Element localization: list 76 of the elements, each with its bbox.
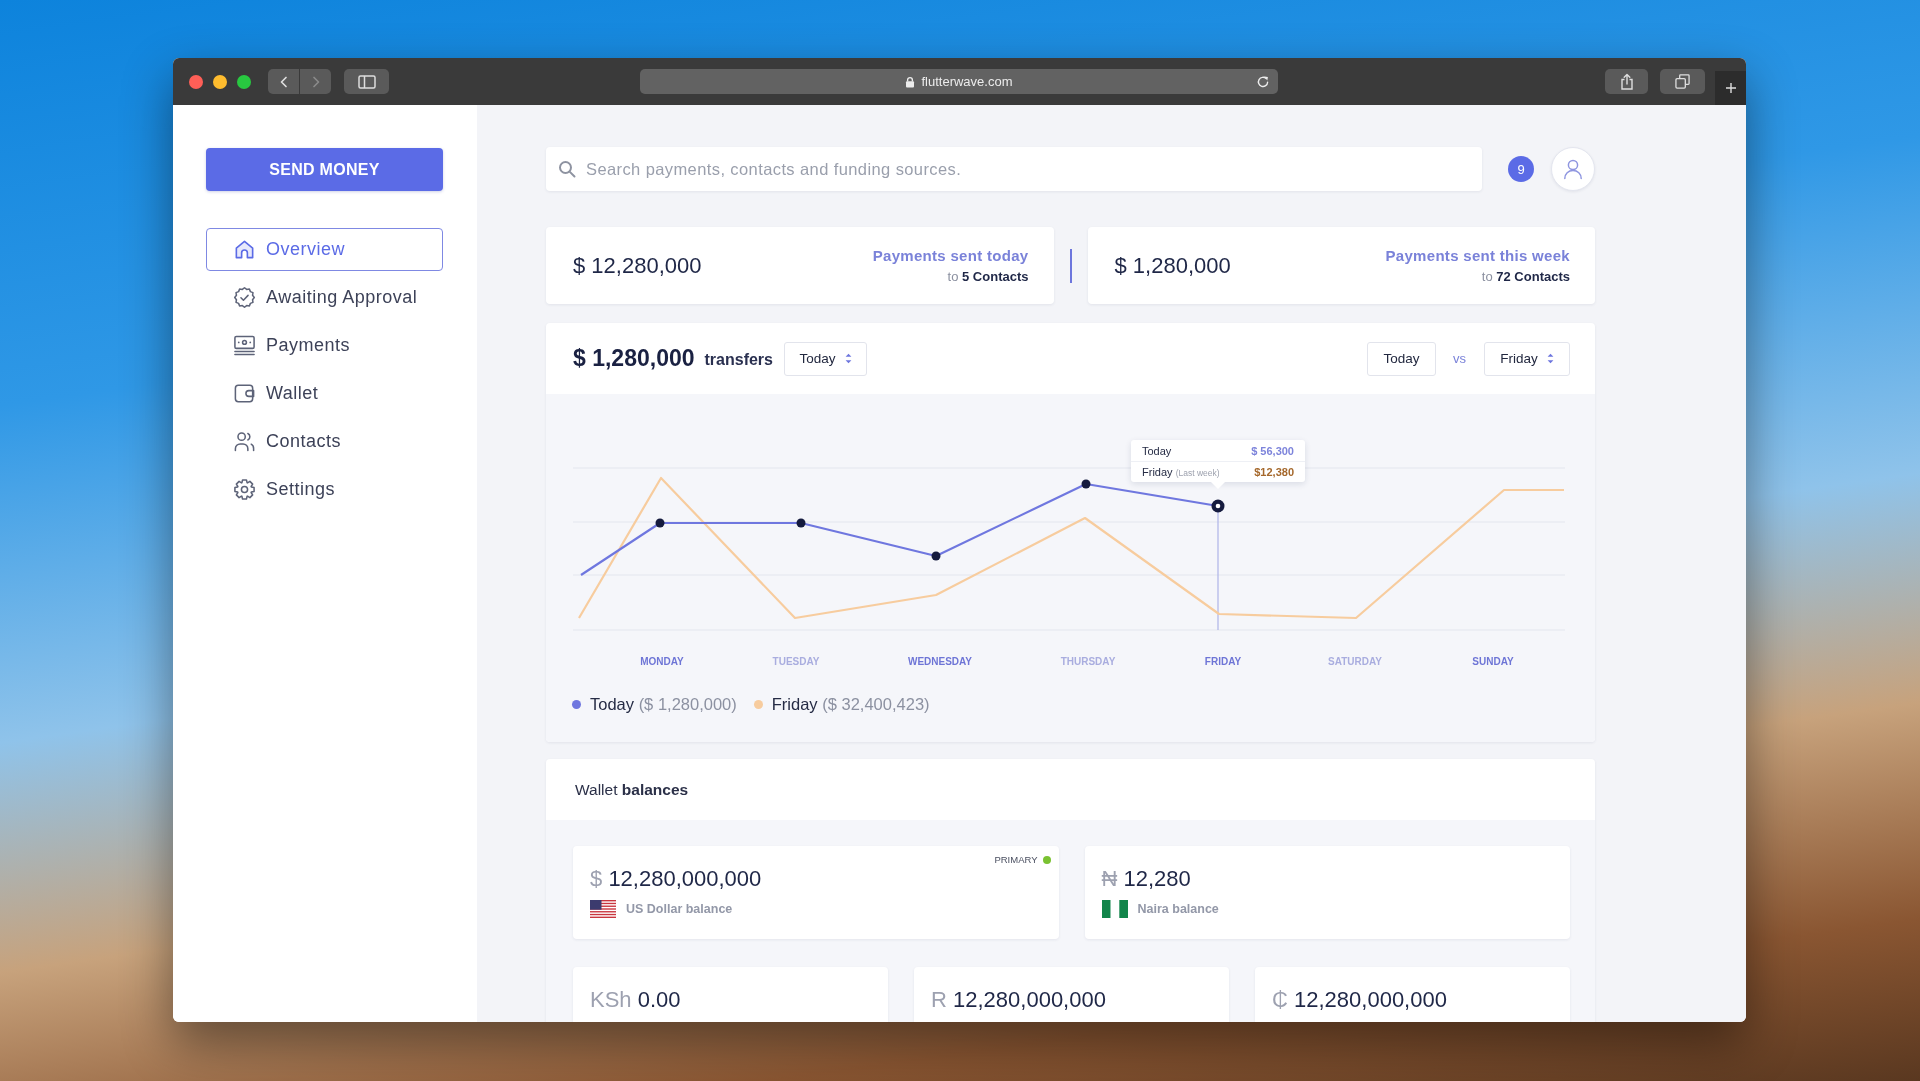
updown-caret-icon [844,353,852,364]
user-silhouette-icon [1561,157,1585,181]
data-point [655,518,665,528]
period-select[interactable]: Today [784,341,867,376]
stat-amount: $ 1,280,000 [1114,252,1231,279]
tooltip-label: Today [1142,444,1172,457]
nav-item[interactable]: Awaiting Approval [206,276,443,319]
lock-icon [905,75,916,88]
settings-icon [233,478,256,501]
compare-current-button[interactable]: Today [1367,341,1436,376]
transfer-label: transfers [704,351,773,369]
day-label: MONDAY [640,656,684,667]
stat-title: Payments sent today [872,246,1029,265]
check-badge-icon [233,286,256,309]
data-point [796,518,806,528]
tooltip-label: Friday (Last week) [1142,466,1220,478]
back-button[interactable] [268,69,299,94]
share-button[interactable] [1605,69,1648,94]
plus-icon [1724,82,1737,94]
close-window-icon[interactable] [189,74,203,89]
users-icon [233,430,256,453]
search-field[interactable]: Search payments, contacts and funding sources. [546,147,1482,191]
nav-item[interactable]: Contacts [206,420,443,463]
data-point [1081,479,1091,489]
day-label: TUESDAY [772,656,820,667]
day-label: WEDNESDAY [907,656,973,667]
day-label: THURSDAY [1060,656,1116,667]
cash-icon [233,334,256,357]
nav-item[interactable]: Settings [206,468,443,511]
selected-data-point [1211,499,1225,513]
nav-item[interactable]: Overview [206,228,443,271]
vs-label: vs [1453,351,1466,366]
stat-amount: $ 12,280,000 [573,252,702,279]
data-point [931,551,941,561]
updown-caret-icon [1546,353,1554,364]
flag-icon [590,900,616,918]
tabs-icon [1675,74,1690,89]
stat-recipients: to 5 Contacts [947,268,1029,285]
balance-amount: KSh 0.00 [590,987,682,1013]
legend-label: Today ($ 1,280,000) [590,694,737,714]
day-label: SATURDAY [1328,656,1382,667]
stat-recipients: to 72 Contacts [1481,268,1570,285]
balance-amount: ₵ 12,280,000,000 [1272,987,1448,1013]
compare-day-select[interactable]: Friday [1484,341,1570,376]
status-dot-icon [1042,855,1051,864]
primary-label: PRIMARY [994,854,1038,865]
stat-title: Payments sent this week [1385,246,1570,265]
section-title: Wallet balances [575,780,689,799]
legend-label: Friday ($ 32,400,423) [771,694,930,714]
minimize-window-icon[interactable] [213,74,227,89]
reload-icon[interactable] [1256,74,1270,89]
tooltip-value: $ 56,300 [1251,444,1294,457]
balance-label: US Dollar balance [626,902,733,916]
balance-amount: R 12,280,000,000 [931,987,1107,1013]
day-label: FRIDAY [1204,656,1242,667]
tooltip-value: $12,380 [1254,466,1294,478]
balance-label: Naira balance [1137,902,1219,916]
home-icon [233,238,256,261]
send-money-button[interactable]: SEND MONEY [206,148,443,191]
maximize-window-icon[interactable] [237,74,251,89]
transfer-total: $ 1,280,000 [573,345,695,372]
new-tab-button[interactable] [1715,71,1746,105]
address-bar[interactable]: flutterwave.com [640,69,1278,94]
share-icon [1619,73,1634,90]
balance-amount: ₦ 12,280 [1101,866,1192,892]
nav-item[interactable]: Payments [206,324,443,367]
balance-amount: $ 12,280,000,000 [590,866,763,892]
notification-count[interactable]: 9 [1508,156,1534,182]
flag-icon [1101,900,1128,918]
wallet-icon [233,382,256,405]
sidebar-icon [357,74,376,89]
nav-item[interactable]: Wallet [206,372,443,415]
tabs-overview-button[interactable] [1660,69,1705,94]
sidebar-toggle-button[interactable] [344,69,389,94]
day-label: SUNDAY [1472,656,1514,667]
search-icon [558,160,576,178]
